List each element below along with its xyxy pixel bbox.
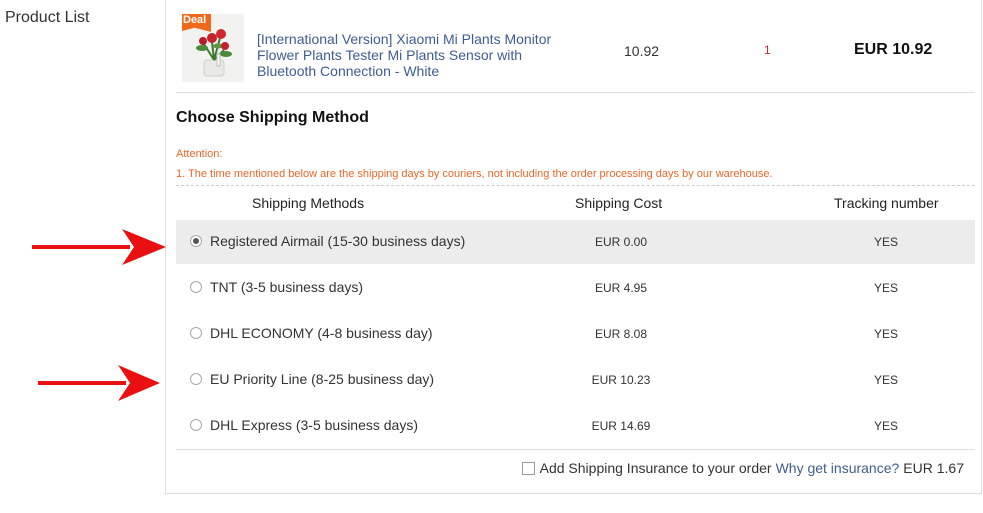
product-row: Deal [International Version] Xiaomi Mi P…: [176, 0, 975, 93]
attention-label: Attention:: [176, 148, 223, 160]
method-tracking: YES: [873, 373, 898, 387]
method-cost: EUR 8.08: [594, 327, 648, 341]
shipping-section-title: Choose Shipping Method: [176, 109, 369, 126]
method-tracking: YES: [873, 235, 898, 249]
method-cost: EUR 10.23: [591, 373, 651, 387]
order-panel: Deal [International Version] Xiaomi Mi P…: [165, 0, 982, 494]
header-shipping-methods: Shipping Methods: [252, 195, 365, 211]
header-shipping-cost: Shipping Cost: [575, 195, 663, 211]
red-arrow-icon: [38, 365, 160, 401]
bottom-divider: [176, 449, 975, 450]
method-tracking: YES: [873, 327, 898, 341]
shipping-method-row[interactable]: Registered Airmail (15-30 business days)…: [176, 220, 975, 264]
product-total: EUR 10.92: [854, 41, 933, 58]
insurance-checkbox[interactable]: [521, 461, 535, 475]
method-radio[interactable]: [190, 235, 202, 247]
shipping-notice: 1. The time mentioned below are the ship…: [176, 168, 773, 180]
shipping-method-row[interactable]: EU Priority Line (8-25 business day) EUR…: [176, 358, 975, 402]
red-arrow-icon: [32, 229, 166, 265]
product-price: 10.92: [624, 43, 660, 59]
product-list-label: Product List: [5, 9, 90, 26]
shipping-method-row[interactable]: DHL Express (3-5 business days) EUR 14.6…: [176, 404, 975, 448]
method-tracking: YES: [873, 419, 898, 433]
insurance-option: Add Shipping Insurance to your order Why…: [521, 460, 964, 476]
why-insurance-link[interactable]: Why get insurance?: [776, 460, 900, 476]
method-name: DHL Express (3-5 business days): [210, 417, 419, 433]
method-radio[interactable]: [190, 281, 202, 293]
method-radio[interactable]: [190, 373, 202, 385]
method-cost: EUR 0.00: [594, 235, 648, 249]
method-cost: EUR 4.95: [594, 281, 648, 295]
product-name-link[interactable]: [International Version] Xiaomi Mi Plants…: [257, 31, 577, 79]
dashed-divider: [176, 185, 975, 186]
product-quantity: 1: [764, 43, 771, 57]
shipping-method-row[interactable]: TNT (3-5 business days) EUR 4.95 YES: [176, 266, 975, 310]
method-cost: EUR 14.69: [591, 419, 651, 433]
method-tracking: YES: [873, 281, 898, 295]
method-radio[interactable]: [190, 419, 202, 431]
header-tracking-number: Tracking number: [834, 195, 939, 211]
method-radio[interactable]: [190, 327, 202, 339]
method-name: DHL ECONOMY (4-8 business day): [210, 325, 433, 341]
insurance-price: EUR 1.67: [903, 460, 964, 476]
method-name: Registered Airmail (15-30 business days): [210, 233, 466, 249]
method-name: TNT (3-5 business days): [210, 279, 364, 295]
product-thumbnail[interactable]: Deal: [182, 14, 244, 82]
method-name: EU Priority Line (8-25 business day): [210, 371, 435, 387]
insurance-label[interactable]: Add Shipping Insurance to your order: [540, 460, 772, 476]
shipping-method-row[interactable]: DHL ECONOMY (4-8 business day) EUR 8.08 …: [176, 312, 975, 356]
